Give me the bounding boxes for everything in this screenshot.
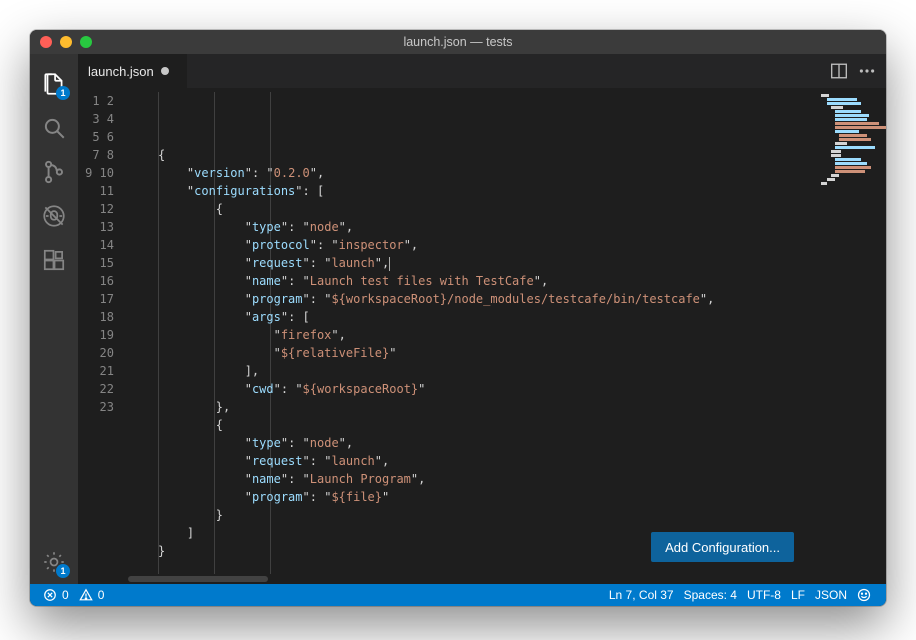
status-language-mode[interactable]: JSON [810,584,852,606]
close-window-button[interactable] [40,36,52,48]
editor-surface[interactable]: 1 2 3 4 5 6 7 8 9 10 11 12 13 14 15 16 1… [78,88,886,584]
explorer-badge: 1 [56,86,70,100]
add-configuration-button[interactable]: Add Configuration... [651,532,794,562]
zoom-window-button[interactable] [80,36,92,48]
editor-group: launch.json 1 2 3 4 5 6 7 8 9 10 11 12 1… [78,54,886,584]
split-editor-icon[interactable] [830,62,848,80]
status-bar: 0 0 Ln 7, Col 37 Spaces: 4 UTF-8 LF JSON [30,584,886,606]
activity-explorer[interactable]: 1 [30,62,78,106]
status-warnings[interactable]: 0 [74,584,110,606]
minimize-window-button[interactable] [60,36,72,48]
status-cursor-position[interactable]: Ln 7, Col 37 [604,584,679,606]
status-indentation[interactable]: Spaces: 4 [679,584,742,606]
app-window: launch.json — tests 1 1 [30,30,886,606]
tab-dirty-indicator-icon [161,67,169,75]
activity-debug[interactable] [30,194,78,238]
activity-bar: 1 1 [30,54,78,584]
status-warnings-count: 0 [98,588,105,602]
activity-search[interactable] [30,106,78,150]
line-number-gutter: 1 2 3 4 5 6 7 8 9 10 11 12 13 14 15 16 1… [78,88,128,584]
status-encoding[interactable]: UTF-8 [742,584,786,606]
code-area[interactable]: { "version": "0.2.0", "configurations": … [128,88,814,584]
title-bar: launch.json — tests [30,30,886,54]
horizontal-scrollbar[interactable] [128,574,806,584]
more-actions-icon[interactable] [858,62,876,80]
window-controls [30,36,92,48]
status-eol[interactable]: LF [786,584,810,606]
status-feedback-icon[interactable] [852,584,876,606]
activity-settings[interactable]: 1 [30,540,78,584]
activity-extensions[interactable] [30,238,78,282]
settings-badge: 1 [56,564,70,578]
status-errors[interactable]: 0 [38,584,74,606]
activity-source-control[interactable] [30,150,78,194]
minimap[interactable] [814,88,886,584]
editor-actions [830,54,886,88]
window-title: launch.json — tests [30,35,886,49]
status-errors-count: 0 [62,588,69,602]
tab-launch-json[interactable]: launch.json [78,54,188,88]
tab-label: launch.json [88,64,154,79]
tab-bar: launch.json [78,54,886,88]
